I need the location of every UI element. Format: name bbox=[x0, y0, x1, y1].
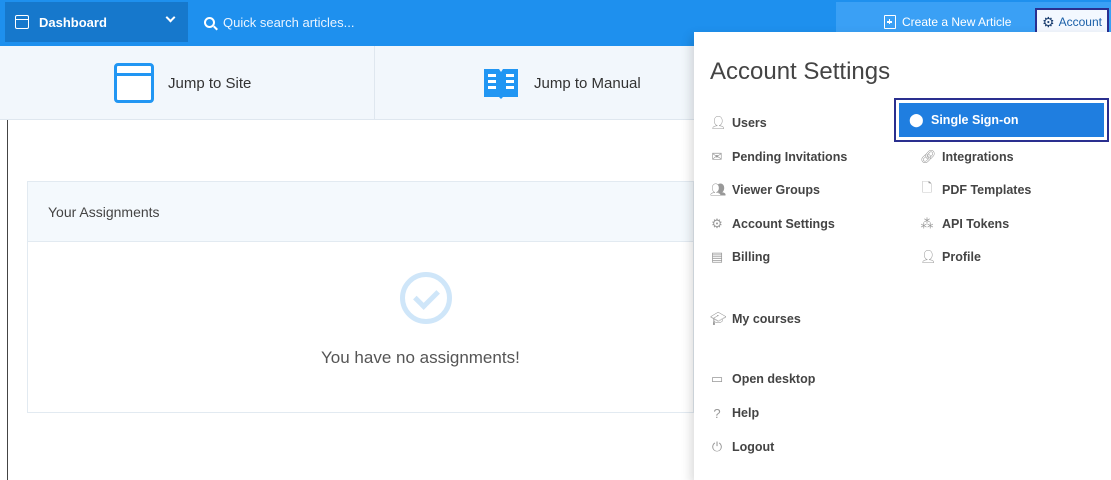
menu-item-label: Integrations bbox=[942, 150, 1014, 164]
menu-item-integrations[interactable]: 🔗︎ Integrations bbox=[920, 146, 1014, 168]
menu-item-label: Account Settings bbox=[732, 217, 835, 231]
menu-item-label: Single Sign-on bbox=[931, 113, 1019, 127]
menu-item-label: Viewer Groups bbox=[732, 183, 820, 197]
shield-icon: ⬤ bbox=[909, 112, 924, 127]
jump-to-site-link[interactable]: Jump to Site bbox=[114, 46, 251, 120]
menu-item-label: Users bbox=[732, 116, 767, 130]
menu-item-profile[interactable]: 👤︎ Profile bbox=[920, 246, 981, 268]
document-icon: ▤ bbox=[710, 249, 724, 264]
menu-item-label: Open desktop bbox=[732, 372, 816, 386]
jump-to-manual-label: Jump to Manual bbox=[534, 74, 641, 92]
question-icon: ? bbox=[713, 405, 721, 421]
menu-item-label: API Tokens bbox=[942, 217, 1010, 231]
dashboard-label: Dashboard bbox=[39, 14, 107, 30]
menu-item-open-desktop[interactable]: ▭ Open desktop bbox=[710, 368, 816, 390]
link-icon: 🔗︎ bbox=[920, 149, 937, 164]
assignments-header: Your Assignments bbox=[28, 182, 693, 242]
check-circle-icon bbox=[400, 272, 452, 324]
jump-bar: Jump to Site Jump to Manual bbox=[0, 46, 694, 120]
search-input[interactable] bbox=[223, 14, 623, 30]
account-menu-title: Account Settings bbox=[710, 58, 891, 85]
user-icon: 👤︎ bbox=[710, 115, 727, 130]
assignments-card: Your Assignments You have no assignments… bbox=[27, 181, 694, 413]
nodes-icon: ⁂ bbox=[920, 216, 934, 231]
menu-item-help[interactable]: ? Help bbox=[710, 402, 759, 424]
book-icon bbox=[484, 69, 518, 99]
menu-item-label: PDF Templates bbox=[942, 183, 1032, 197]
power-icon: ⏻ bbox=[711, 439, 723, 454]
menu-item-label: Help bbox=[732, 406, 760, 420]
new-document-icon bbox=[884, 15, 896, 29]
menu-item-label: Pending Invitations bbox=[732, 150, 848, 164]
menu-item-single-sign-on[interactable]: ⬤ Single Sign-on bbox=[894, 98, 1109, 142]
assignments-empty-text: You have no assignments! bbox=[321, 348, 520, 367]
file-icon: 🗋︎ bbox=[921, 180, 933, 195]
menu-item-users[interactable]: 👤︎ Users bbox=[710, 112, 767, 134]
account-label: Account bbox=[1058, 15, 1102, 29]
search-icon bbox=[204, 16, 215, 28]
create-article-label: Create a New Article bbox=[902, 15, 1012, 29]
gear-icon: ⚙ bbox=[711, 216, 723, 231]
chevron-down-icon bbox=[165, 12, 176, 23]
single-sign-on-highlight: ⬤ Single Sign-on bbox=[899, 103, 1104, 137]
laptop-icon: ▭ bbox=[710, 371, 724, 386]
assignments-title: Your Assignments bbox=[48, 203, 160, 220]
calendar-icon bbox=[15, 15, 29, 29]
user-icon: 👤︎ bbox=[920, 249, 937, 264]
menu-item-label: Billing bbox=[732, 250, 771, 264]
menu-item-viewer-groups[interactable]: 👥︎ Viewer Groups bbox=[710, 179, 820, 201]
group-icon: 👥︎ bbox=[710, 182, 727, 197]
menu-item-account-settings[interactable]: ⚙ Account Settings bbox=[710, 213, 835, 235]
menu-item-logout[interactable]: ⏻ Logout bbox=[710, 436, 775, 458]
menu-item-pdf-templates[interactable]: 🗋︎ PDF Templates bbox=[920, 179, 1032, 201]
menu-item-api-tokens[interactable]: ⁂ API Tokens bbox=[920, 213, 1010, 235]
account-settings-menu: Account Settings 👤︎ Users ✉ Pending Invi… bbox=[694, 32, 1111, 480]
jump-divider bbox=[374, 46, 375, 120]
left-border bbox=[7, 120, 8, 480]
dashboard-dropdown[interactable]: Dashboard bbox=[5, 2, 188, 42]
envelope-icon: ✉ bbox=[711, 149, 723, 164]
menu-item-billing[interactable]: ▤ Billing bbox=[710, 246, 770, 268]
menu-item-label: My courses bbox=[732, 312, 801, 326]
jump-to-manual-link[interactable]: Jump to Manual bbox=[482, 46, 641, 120]
browser-window-icon bbox=[114, 63, 154, 103]
menu-item-my-courses[interactable]: 🎓︎ My courses bbox=[710, 308, 801, 330]
graduation-cap-icon: 🎓︎ bbox=[710, 311, 727, 326]
menu-item-label: Profile bbox=[942, 250, 981, 264]
gear-icon: ⚙ bbox=[1042, 14, 1055, 30]
menu-item-pending-invitations[interactable]: ✉ Pending Invitations bbox=[710, 146, 848, 168]
menu-item-label: Logout bbox=[732, 440, 775, 454]
jump-to-site-label: Jump to Site bbox=[168, 74, 252, 92]
